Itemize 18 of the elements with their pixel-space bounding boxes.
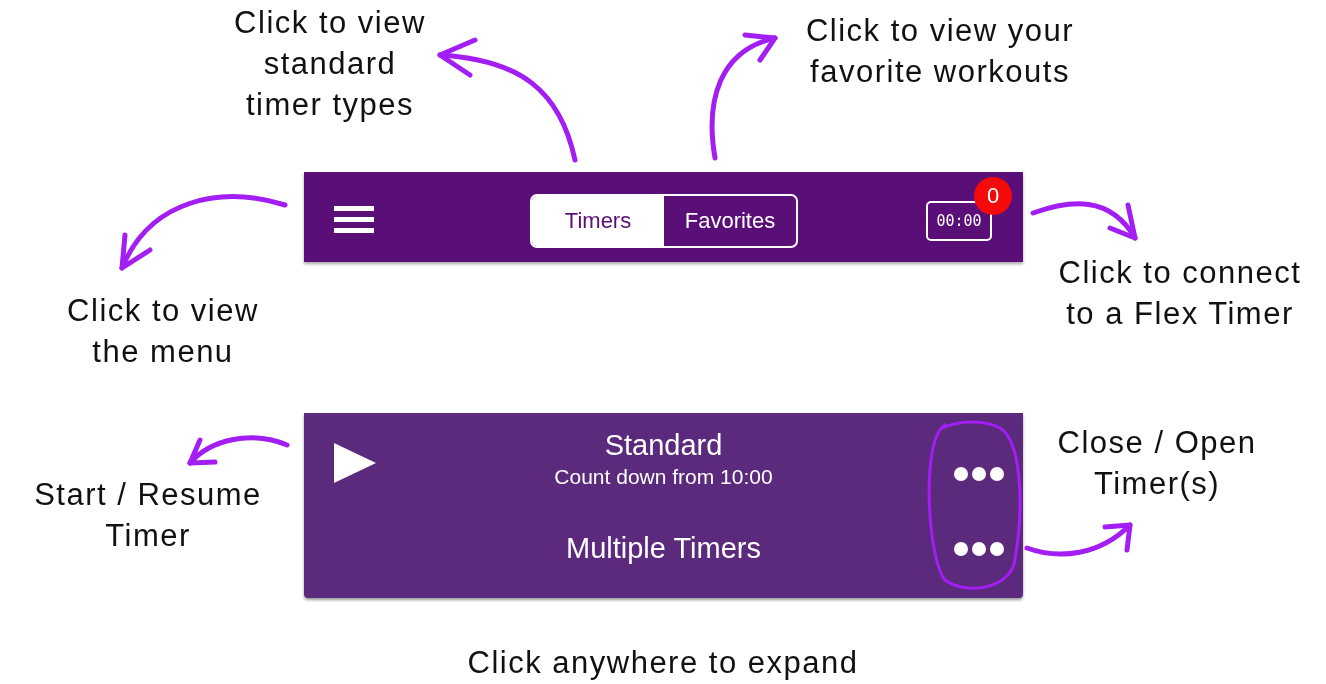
play-icon[interactable] — [334, 443, 376, 483]
timer-title: Standard — [604, 428, 723, 463]
annotation-text: Close / Open Timer(s) — [1056, 424, 1258, 503]
timer-title: Multiple Timers — [566, 531, 761, 566]
annotation-text: Click to view the menu — [66, 292, 260, 371]
annotation-text: Click to view your favorite workouts — [804, 12, 1076, 91]
annotation-text: Click to view standard timer types — [233, 4, 427, 124]
notification-badge: 0 — [974, 177, 1012, 215]
segment-tab[interactable]: Timers — [532, 196, 664, 246]
menu-icon[interactable] — [334, 206, 374, 234]
timer-subtitle: Count down from 10:00 — [554, 464, 773, 490]
annotation-text: Click anywhere to expand — [466, 644, 860, 682]
timer-card[interactable]: Standard Count down from 10:00 Multiple Timers — [304, 413, 1023, 598]
annotation-text: Start / Resume Timer — [33, 476, 263, 555]
annotation-text: Click to connect to a Flex Timer — [1057, 254, 1303, 333]
more-icon[interactable] — [954, 467, 1004, 481]
more-icon[interactable] — [954, 542, 1004, 556]
segment-tab[interactable]: Favorites — [664, 196, 796, 246]
